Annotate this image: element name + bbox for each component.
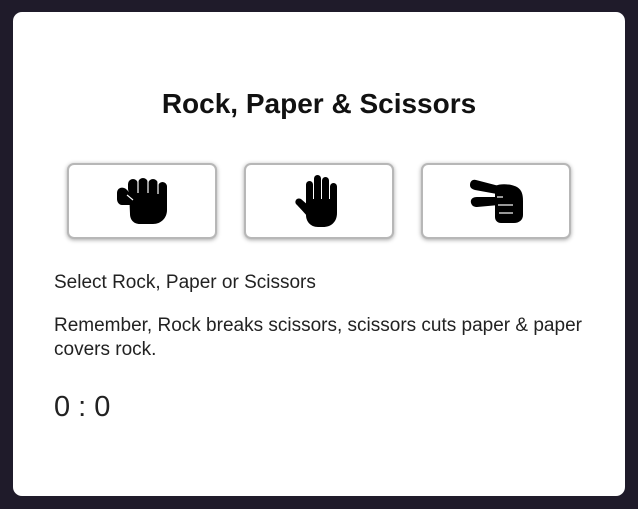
score-display: 0 : 0 (54, 391, 111, 423)
open-hand-icon (293, 173, 345, 229)
game-card: Rock, Paper & Scissors Select Rock, Pape… (13, 12, 625, 496)
rock-button[interactable] (67, 163, 217, 239)
scissors-button[interactable] (421, 163, 571, 239)
page-title: Rock, Paper & Scissors (161, 88, 477, 119)
rules-text: Remember, Rock breaks scissors, scissors… (54, 315, 582, 360)
fist-icon (114, 176, 170, 226)
peace-hand-icon (467, 177, 525, 225)
instruction-text: Select Rock, Paper or Scissors (54, 272, 316, 293)
paper-button[interactable] (244, 163, 394, 239)
